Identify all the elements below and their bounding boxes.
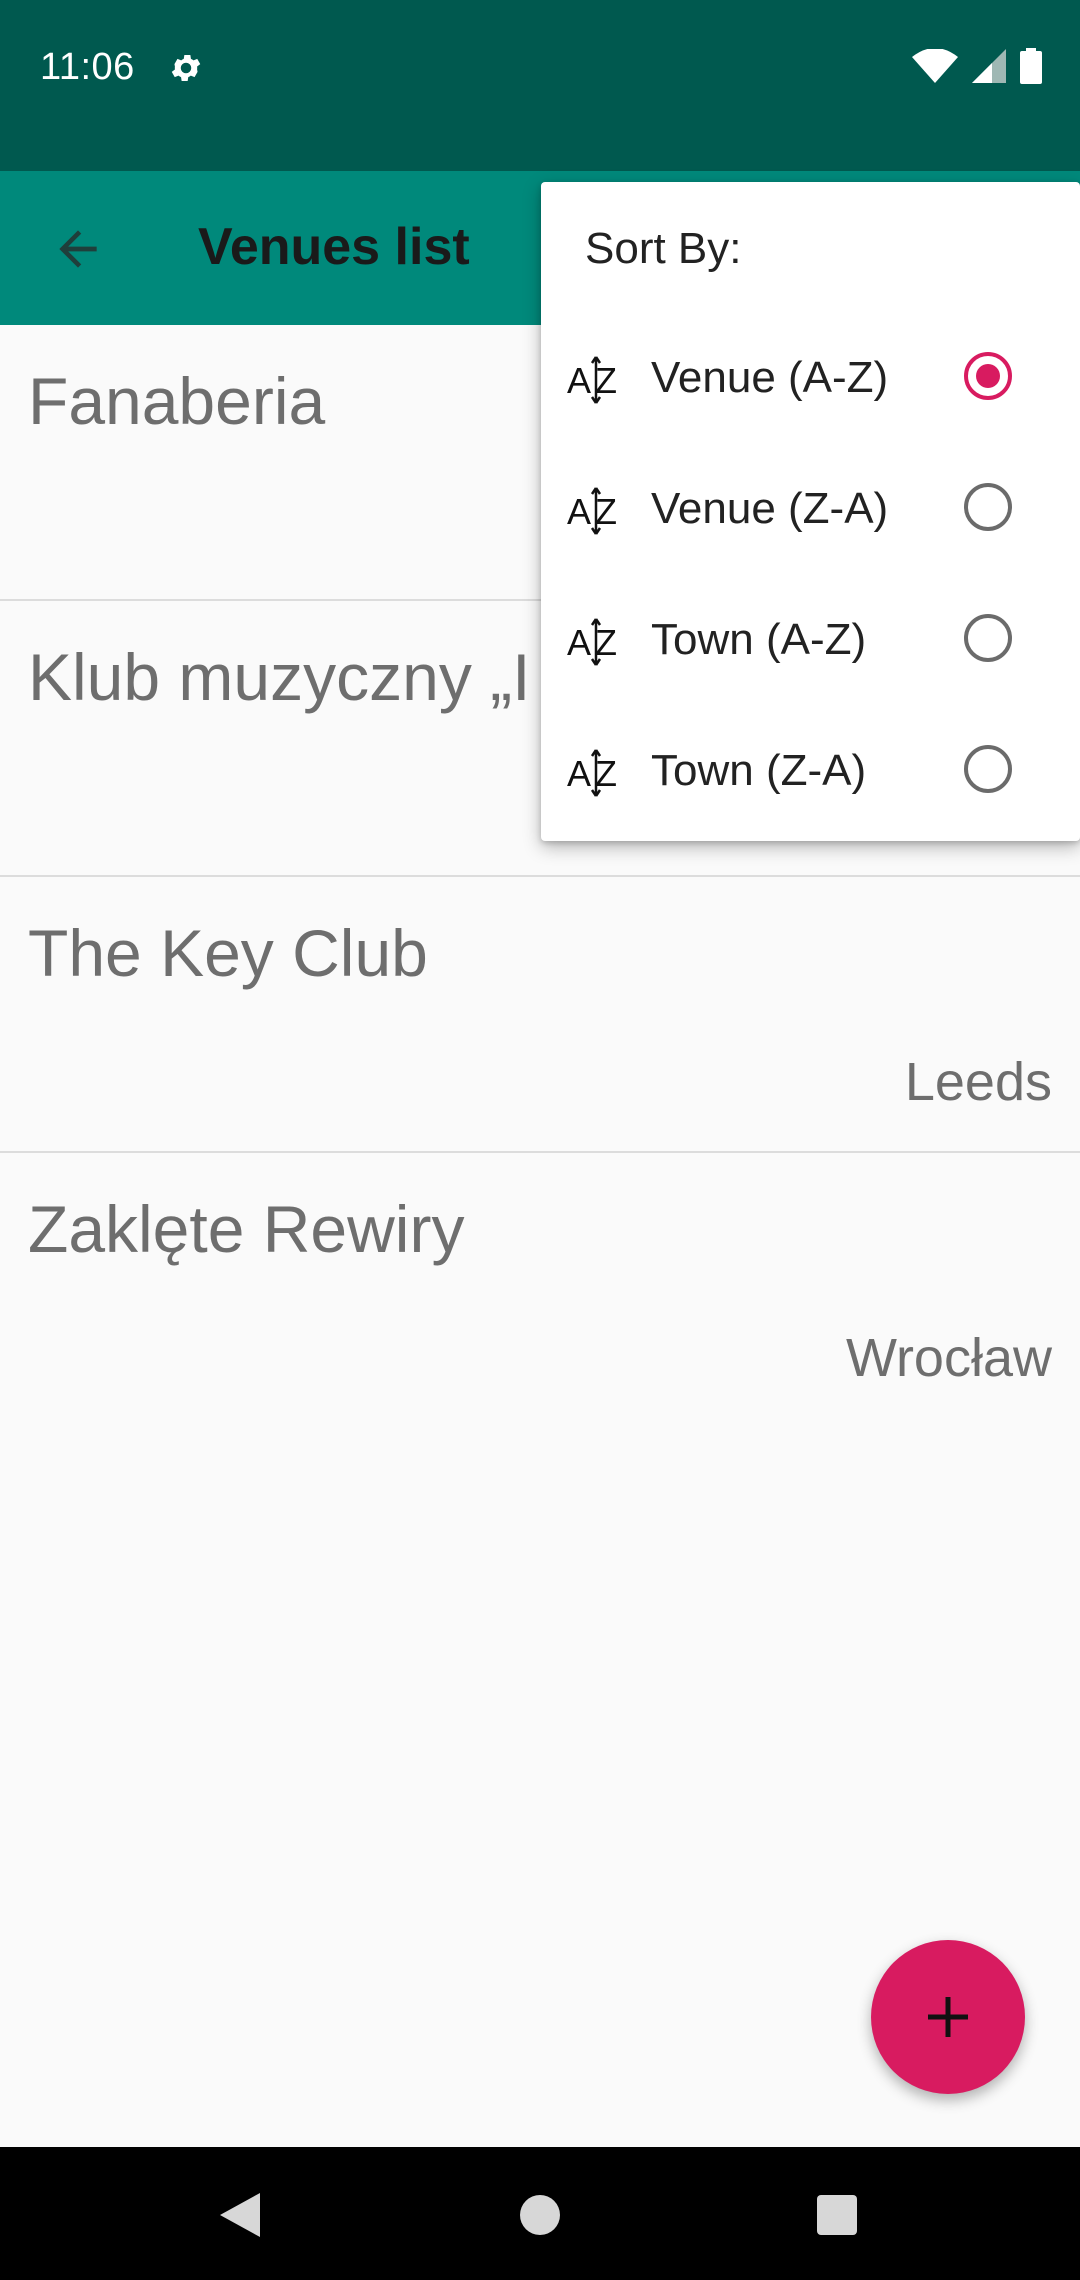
sort-option-venue-desc[interactable]: A Z Venue (Z-A) <box>541 444 1080 575</box>
radio-button[interactable] <box>964 483 1012 531</box>
venue-name: The Key Club <box>28 916 428 990</box>
sort-menu-title: Sort By: <box>585 224 742 273</box>
back-arrow-icon[interactable] <box>50 221 106 277</box>
venue-name: Zaklęte Rewiry <box>28 1192 465 1266</box>
radio-button[interactable] <box>964 745 1012 793</box>
sort-option-label: Town (Z-A) <box>651 746 867 795</box>
sort-option-label: Venue (Z-A) <box>651 484 889 533</box>
venue-town: Leeds <box>904 1052 1052 1112</box>
add-venue-button[interactable] <box>871 1940 1025 2094</box>
svg-text:A: A <box>567 753 591 794</box>
sort-option-town-desc[interactable]: A Z Town (Z-A) <box>541 706 1080 837</box>
svg-text:Z: Z <box>595 360 617 401</box>
venue-name: Fanaberia <box>28 364 326 438</box>
svg-text:A: A <box>567 360 591 401</box>
sort-alpha-icon: A Z <box>567 749 617 797</box>
sort-option-label: Town (A-Z) <box>651 615 867 664</box>
sort-option-town-asc[interactable]: A Z Town (A-Z) <box>541 575 1080 706</box>
sort-alpha-icon: A Z <box>567 356 617 404</box>
radio-button-selected[interactable] <box>964 352 1012 400</box>
sort-option-venue-asc[interactable]: A Z Venue (A-Z) <box>541 313 1080 444</box>
venue-name: Klub muzyczny „I <box>28 640 531 714</box>
wifi-icon <box>912 49 958 83</box>
svg-text:Z: Z <box>595 622 617 663</box>
svg-text:Z: Z <box>595 491 617 532</box>
nav-recents-icon[interactable] <box>817 2195 857 2235</box>
navigation-bar <box>0 2147 1080 2280</box>
sort-alpha-icon: A Z <box>567 618 617 666</box>
sort-alpha-icon: A Z <box>567 487 617 535</box>
cell-signal-icon <box>972 49 1006 83</box>
status-bar: 11:06 <box>0 0 1080 171</box>
nav-home-icon[interactable] <box>520 2195 560 2235</box>
sort-menu: Sort By: A Z Venue (A-Z) A Z Venue (Z-A)… <box>541 182 1080 841</box>
plus-icon <box>928 1997 968 2037</box>
sort-option-label: Venue (A-Z) <box>651 353 889 402</box>
list-item[interactable]: Zaklęte Rewiry Wrocław <box>0 1153 1080 1429</box>
status-time: 11:06 <box>40 46 135 88</box>
svg-text:A: A <box>567 491 591 532</box>
radio-button[interactable] <box>964 614 1012 662</box>
list-item[interactable]: The Key Club Leeds <box>0 877 1080 1153</box>
battery-icon <box>1020 48 1042 84</box>
status-icons <box>912 48 1042 84</box>
svg-text:Z: Z <box>595 753 617 794</box>
nav-back-icon[interactable] <box>218 2191 262 2239</box>
svg-text:A: A <box>567 622 591 663</box>
settings-gear-icon <box>171 54 201 82</box>
venue-town: Wrocław <box>845 1328 1052 1388</box>
page-title: Venues list <box>198 218 470 276</box>
